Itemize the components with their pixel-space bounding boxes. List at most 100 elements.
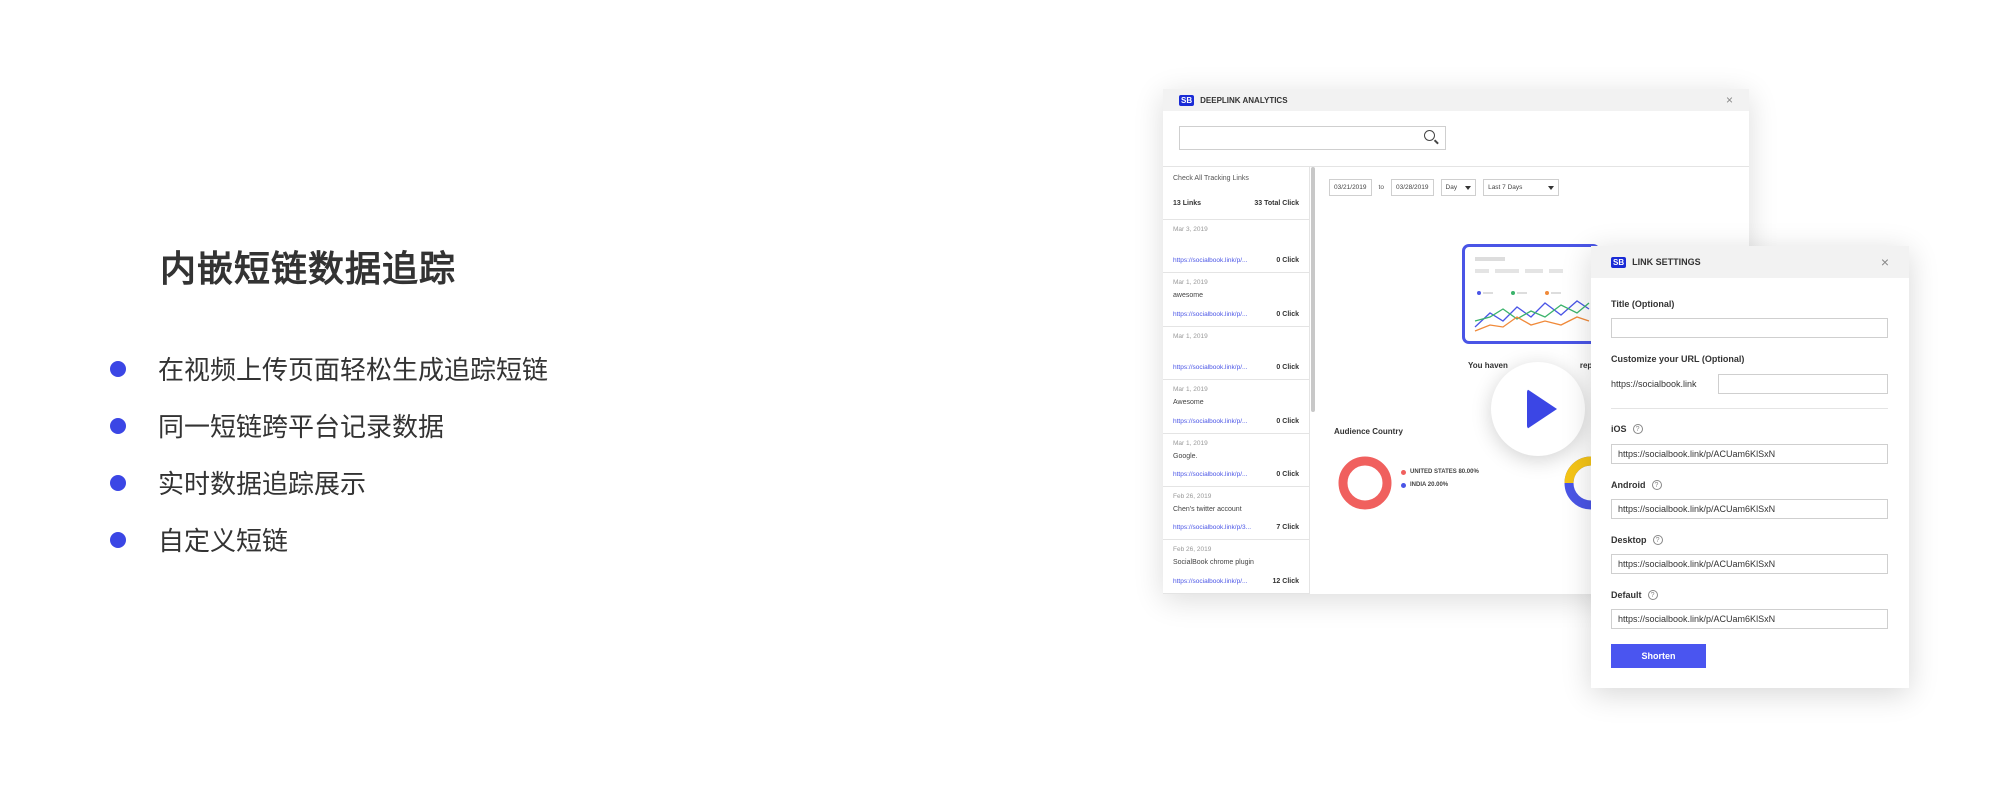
- custom-url-input[interactable]: [1718, 374, 1888, 394]
- range-value: Last 7 Days: [1488, 184, 1523, 191]
- title-input[interactable]: [1611, 318, 1888, 338]
- audience-legend: UNITED STATES 80.00% INDIA 20.00%: [1401, 469, 1479, 495]
- ios-url-input[interactable]: https://socialbook.link/p/ACUam6KlSxN: [1611, 444, 1888, 464]
- end-date-input[interactable]: 03/28/2019: [1390, 179, 1434, 196]
- page-headline: 内嵌短链数据追踪: [160, 249, 457, 290]
- link-name: Chen's twitter account: [1173, 505, 1242, 513]
- feature-text: 同一短链跨平台记录数据: [158, 413, 445, 443]
- help-icon[interactable]: ?: [1652, 535, 1663, 545]
- title-label: Title (Optional): [1611, 299, 1675, 309]
- legend-label: INDIA 20.00%: [1410, 482, 1449, 488]
- default-label-text: Default: [1611, 590, 1642, 600]
- window-titlebar: SB DEEPLINK ANALYTICS ×: [1163, 89, 1749, 111]
- granularity-select[interactable]: Day: [1440, 179, 1477, 196]
- desktop-url-input[interactable]: https://socialbook.link/p/ACUam6KlSxN: [1611, 554, 1888, 574]
- chevron-down-icon: [1465, 185, 1472, 190]
- links-count: 13 Links: [1173, 200, 1202, 207]
- link-url[interactable]: https://socialbook.link/p/...: [1173, 578, 1247, 585]
- play-icon: [1527, 389, 1557, 429]
- link-name: [1173, 239, 1299, 247]
- socialbook-logo-icon: SB: [1179, 94, 1195, 106]
- feature-text: 自定义短链: [158, 527, 289, 557]
- link-url[interactable]: https://socialbook.link/p/...: [1173, 471, 1247, 478]
- link-date: Mar 1, 2019: [1173, 439, 1208, 447]
- link-url[interactable]: https://socialbook.link/p/3...: [1173, 524, 1251, 531]
- ios-label-text: iOS: [1611, 424, 1627, 434]
- close-icon[interactable]: ×: [1881, 254, 1889, 270]
- link-date: Mar 1, 2019: [1173, 332, 1208, 340]
- socialbook-logo-icon: SB: [1611, 256, 1627, 268]
- search-input[interactable]: [1179, 126, 1446, 150]
- search-icon[interactable]: [1424, 130, 1435, 141]
- link-url[interactable]: https://socialbook.link/p/...: [1173, 311, 1247, 318]
- start-date-input[interactable]: 03/21/2019: [1329, 179, 1372, 196]
- feature-item: 在视频上传页面轻松生成追踪短链: [110, 340, 548, 397]
- feature-text: 实时数据追踪展示: [158, 470, 367, 500]
- close-icon[interactable]: ×: [1726, 93, 1733, 107]
- sidebar-header: Check All Tracking Links 13 Links 33 Tot…: [1163, 167, 1309, 220]
- link-date: Feb 26, 2019: [1173, 492, 1212, 500]
- android-url-input[interactable]: https://socialbook.link/p/ACUam6KlSxN: [1611, 499, 1888, 519]
- search-bar-row: [1163, 111, 1749, 167]
- help-icon[interactable]: ?: [1651, 480, 1662, 490]
- link-settings-panel: SB LINK SETTINGS × Title (Optional) Cust…: [1591, 246, 1909, 688]
- link-name: awesome: [1173, 292, 1203, 300]
- legend-label: UNITED STATES 80.00%: [1410, 469, 1479, 475]
- sidebar-scrollbar[interactable]: [1311, 167, 1315, 412]
- link-clicks: 0 Click: [1276, 364, 1299, 372]
- bullet-dot-icon: [110, 474, 126, 491]
- audience-country-title: Audience Country: [1334, 427, 1403, 436]
- feature-list: 在视频上传页面轻松生成追踪短链 同一短链跨平台记录数据 实时数据追踪展示 自定义…: [110, 340, 548, 568]
- feature-item: 同一短链跨平台记录数据: [110, 397, 548, 454]
- total-clicks: 33 Total Click: [1254, 200, 1299, 207]
- link-clicks: 0 Click: [1276, 257, 1299, 265]
- panel-title: LINK SETTINGS: [1632, 257, 1701, 267]
- feature-item: 自定义短链: [110, 511, 548, 568]
- legend-item: INDIA 20.00%: [1401, 482, 1479, 488]
- chart-illustration-icon: [1474, 257, 1590, 332]
- panel-header: SB LINK SETTINGS ×: [1591, 246, 1909, 278]
- link-date: Mar 3, 2019: [1173, 226, 1208, 233]
- window-title: DEEPLINK ANALYTICS: [1200, 95, 1288, 105]
- feature-item: 实时数据追踪展示: [110, 454, 548, 511]
- legend-swatch-icon: [1401, 469, 1406, 475]
- link-clicks: 12 Click: [1272, 577, 1299, 585]
- check-all-links[interactable]: Check All Tracking Links: [1173, 175, 1299, 182]
- help-icon[interactable]: ?: [1632, 424, 1643, 434]
- range-select[interactable]: Last 7 Days: [1483, 179, 1560, 196]
- link-list-item[interactable]: Mar 1, 2019 Google. https://socialbook.l…: [1163, 434, 1309, 487]
- link-clicks: 0 Click: [1276, 310, 1299, 318]
- link-list-item[interactable]: Feb 26, 2019 Chen's twitter account http…: [1163, 487, 1309, 541]
- link-list-item[interactable]: Feb 26, 2019 SocialBook chrome plugin ht…: [1163, 540, 1309, 594]
- date-filters: 03/21/2019 to 03/28/2019 Day Last 7 Days: [1329, 179, 1566, 196]
- link-name: Google.: [1173, 452, 1198, 460]
- link-name: SocialBook chrome plugin: [1173, 559, 1254, 567]
- chevron-down-icon: [1548, 185, 1555, 190]
- link-url[interactable]: https://socialbook.link/p/...: [1173, 257, 1247, 264]
- default-url-input[interactable]: https://socialbook.link/p/ACUam6KlSxN: [1611, 609, 1888, 629]
- empty-report-illustration: [1462, 244, 1600, 344]
- play-button[interactable]: [1491, 362, 1585, 456]
- link-name: Awesome: [1173, 399, 1204, 407]
- bullet-dot-icon: [110, 417, 126, 434]
- audience-country-donut: [1338, 456, 1392, 510]
- link-list-item[interactable]: Mar 1, 2019 Awesome https://socialbook.l…: [1163, 380, 1309, 434]
- link-list-item[interactable]: Mar 1, 2019 https://socialbook.link/p/..…: [1163, 327, 1309, 381]
- link-url[interactable]: https://socialbook.link/p/...: [1173, 364, 1247, 371]
- legend-item: UNITED STATES 80.00%: [1401, 469, 1479, 475]
- bullet-dot-icon: [110, 531, 126, 548]
- link-url[interactable]: https://socialbook.link/p/...: [1173, 418, 1247, 425]
- custom-url-label: Customize your URL (Optional): [1611, 354, 1745, 364]
- link-date: Mar 1, 2019: [1173, 279, 1208, 287]
- tracking-links-sidebar: Check All Tracking Links 13 Links 33 Tot…: [1163, 167, 1310, 594]
- link-clicks: 0 Click: [1276, 417, 1299, 425]
- shorten-button[interactable]: Shorten: [1611, 644, 1706, 668]
- android-label-text: Android: [1611, 480, 1646, 490]
- empty-state-text-start: You haven: [1468, 361, 1508, 370]
- link-list-item[interactable]: Mar 3, 2019 https://socialbook.link/p/..…: [1163, 220, 1309, 274]
- link-list-item[interactable]: Mar 1, 2019 awesome https://socialbook.l…: [1163, 273, 1309, 327]
- help-icon[interactable]: ?: [1647, 590, 1658, 600]
- default-label: Default?: [1611, 590, 1658, 600]
- ios-label: iOS?: [1611, 424, 1643, 434]
- bullet-dot-icon: [110, 360, 126, 377]
